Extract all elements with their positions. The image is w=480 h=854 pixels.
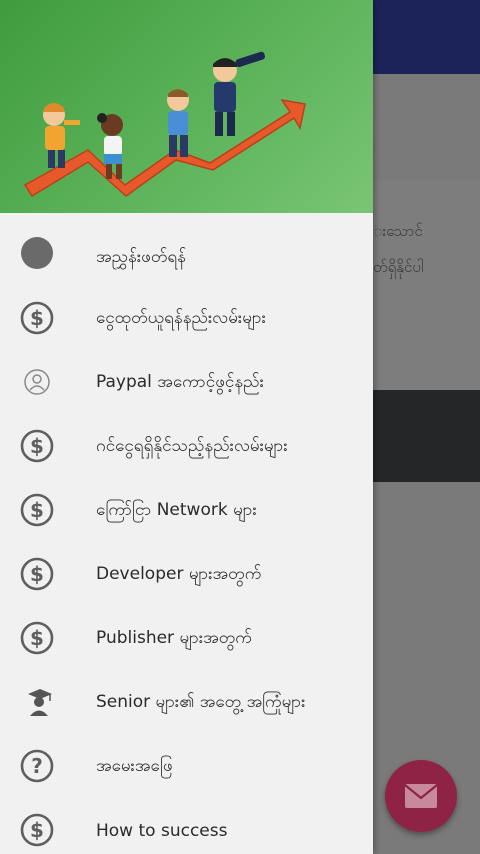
mail-fab-button[interactable] [385,760,457,832]
person-figure [167,89,189,157]
svg-text:?: ? [31,754,43,778]
menu-item-how-to-success[interactable]: $ How to success [0,799,373,854]
menu-item-senior-experiences[interactable]: Senior များ၏ အတွေ့ အကြုံများ [0,671,373,735]
navigation-drawer: အညွှန်းဖတ်ရန် $ ငွေထုတ်ယူရန်နည်းလမ်းများ… [0,0,373,854]
growth-illustration [23,51,306,198]
menu-item-label: ကြော်ငြာ Network များ [96,499,257,520]
menu-item-label: ငွေထုတ်ယူရန်နည်းလမ်းများ [96,307,266,328]
drawer-menu: အညွှန်းဖတ်ရန် $ ငွေထုတ်ယူရန်နည်းလမ်းများ… [0,213,373,854]
mail-icon [404,784,438,808]
svg-text:$: $ [30,306,44,330]
dollar-icon: $ [20,429,54,463]
menu-item-earning-methods[interactable]: $ ဂင်ငွေရရှိနိုင်သည့်နည်းလမ်းများ [0,415,373,479]
menu-item-label: အမေးအဖြေ [96,755,173,776]
dollar-icon: $ [20,813,54,847]
menu-item-developers[interactable]: $ Developer များအတွက် [0,543,373,607]
menu-item-ad-networks[interactable]: $ ကြော်ငြာ Network များ [0,479,373,543]
menu-item-label: How to success [96,821,228,841]
svg-text:$: $ [30,818,44,842]
question-icon: ? [20,749,54,783]
dollar-icon: $ [20,557,54,591]
svg-text:$: $ [30,626,44,650]
dollar-icon: $ [20,621,54,655]
graduate-icon [20,685,54,719]
dollar-icon: $ [20,493,54,527]
svg-text:$: $ [30,434,44,458]
menu-item-label: ဂင်ငွေရရှိနိုင်သည့်နည်းလမ်းများ [96,435,288,456]
svg-text:$: $ [30,498,44,522]
menu-item-label: Publisher များအတွက် [96,627,252,648]
menu-item-publishers[interactable]: $ Publisher များအတွက် [0,607,373,671]
menu-item-guide[interactable]: အညွှန်းဖတ်ရန် [0,213,373,287]
menu-item-label: Paypal အကောင့်ဖွင့်နည်း [96,371,264,392]
content-text-line: းသောင် [373,222,423,240]
person-figure [213,51,265,136]
menu-item-label: Developer များအတွက် [96,563,262,584]
content-text-line: တ်ရှိနိုင်ပါ [373,258,424,276]
svg-text:$: $ [30,562,44,586]
circle-icon [20,236,54,270]
user-icon [20,365,54,399]
menu-item-label: Senior များ၏ အတွေ့ အကြုံများ [96,691,306,712]
drawer-header-illustration [0,0,373,213]
menu-item-label: အညွှန်းဖတ်ရန် [96,247,186,267]
menu-item-faq[interactable]: ? အမေးအဖြေ [0,735,373,799]
dollar-icon: $ [20,301,54,335]
menu-item-withdraw[interactable]: $ ငွေထုတ်ယူရန်နည်းလမ်းများ [0,287,373,351]
menu-item-paypal[interactable]: Paypal အကောင့်ဖွင့်နည်း [0,351,373,415]
